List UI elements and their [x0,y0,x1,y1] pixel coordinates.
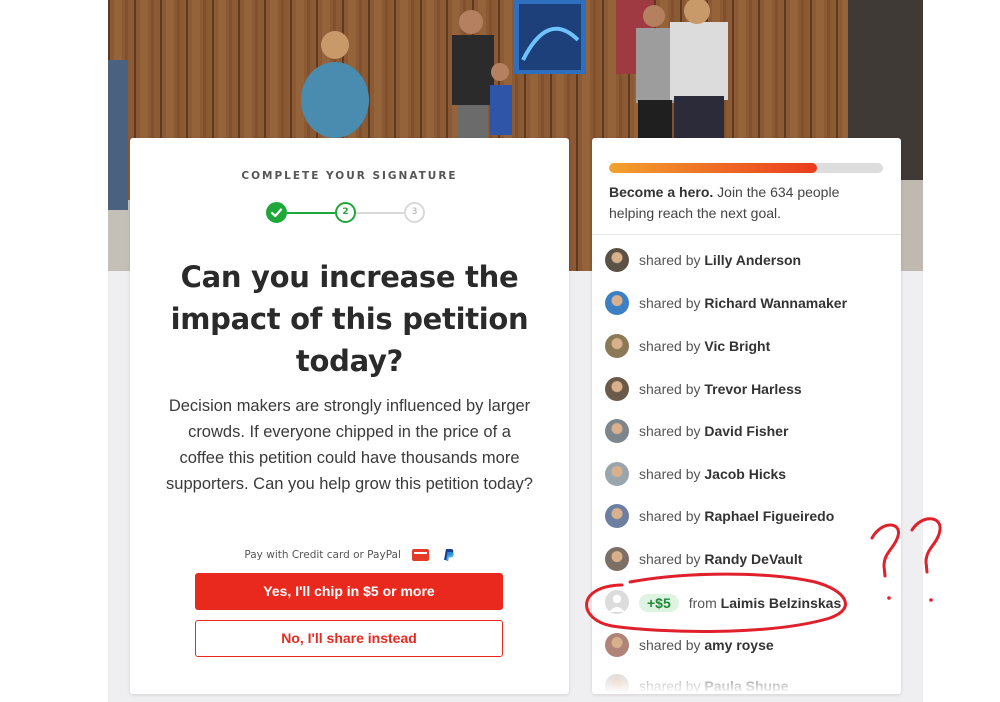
shared-by-prefix: shared by [639,508,701,524]
credit-card-icon [412,549,430,561]
row-text: shared by amy royse [639,637,774,653]
step-2-current: 2 [335,202,356,223]
donation-amount-badge: +$5 [639,594,679,612]
page-title: Can you increase the impact of this peti… [170,260,529,378]
appeal-text: Decision makers are strongly influenced … [166,397,533,493]
shared-by-prefix: shared by [639,466,701,482]
supporters-card: Become a hero. Join the 634 people helpi… [592,138,901,694]
supporter-name: David Fisher [704,423,789,439]
goal-message: Become a hero. Join the 634 people helpi… [609,182,884,224]
avatar [605,462,629,486]
goal-message-strong: Become a hero. [609,184,714,200]
goal-progress-bar [609,163,883,173]
row-text: shared by David Fisher [639,423,788,439]
avatar [605,419,629,443]
shared-by-prefix: shared by [639,551,701,567]
supporter-name: Raphael Figueiredo [704,508,835,524]
supporter-name: Richard Wannamaker [704,295,848,311]
chip-in-button[interactable]: Yes, I'll chip in $5 or more [195,573,503,610]
avatar [605,291,629,315]
shared-by-prefix: shared by [639,637,701,653]
step-1-complete [266,202,287,223]
supporter-name: Laimis Belzinskas [720,595,842,611]
avatar [605,590,629,614]
paypal-icon [443,549,454,561]
complete-signature-heading: COMPLETE YOUR SIGNATURE [241,170,458,182]
question-dot-2 [929,598,933,602]
step-connector [356,212,404,214]
supporter-name: Randy DeVault [704,551,803,567]
payment-label: Pay with Credit card or PayPal [244,549,401,561]
row-text: shared by Raphael Figueiredo [639,508,834,524]
row-text: +$5 from Laimis Belzinskas [639,594,841,612]
step-connector [287,212,335,214]
from-prefix: from [688,595,717,611]
row-text: shared by Jacob Hicks [639,466,786,482]
avatar [605,248,629,272]
progress-stepper: 2 3 [266,202,436,228]
checkmark-icon [270,208,283,218]
shared-by-prefix: shared by [639,381,701,397]
supporter-name: amy royse [704,637,774,653]
divider [592,234,901,235]
share-instead-button[interactable]: No, I'll share instead [195,620,503,657]
shared-by-prefix: shared by [639,252,701,268]
row-text: shared by Vic Bright [639,338,770,354]
row-text: shared by Lilly Anderson [639,252,801,268]
shared-by-prefix: shared by [639,295,701,311]
supporter-name: Lilly Anderson [704,252,802,268]
shared-by-prefix: shared by [639,423,701,439]
avatar [605,633,629,657]
step-3-upcoming: 3 [404,202,425,223]
avatar [605,504,629,528]
row-text: shared by Randy DeVault [639,551,802,567]
shared-by-prefix: shared by [639,338,701,354]
avatar [605,547,629,571]
supporter-name: Trevor Harless [704,381,802,397]
row-text: shared by Richard Wannamaker [639,295,847,311]
supporter-name: Jacob Hicks [704,466,787,482]
avatar [605,334,629,358]
supporter-name: Vic Bright [704,338,771,354]
goal-progress-fill [609,163,818,173]
list-fade [592,660,901,694]
signature-card: COMPLETE YOUR SIGNATURE 2 3 Can you incr… [130,138,569,694]
avatar [605,377,629,401]
payment-methods: Pay with Credit card or PayPal [130,548,569,562]
row-text: shared by Trevor Harless [639,381,802,397]
